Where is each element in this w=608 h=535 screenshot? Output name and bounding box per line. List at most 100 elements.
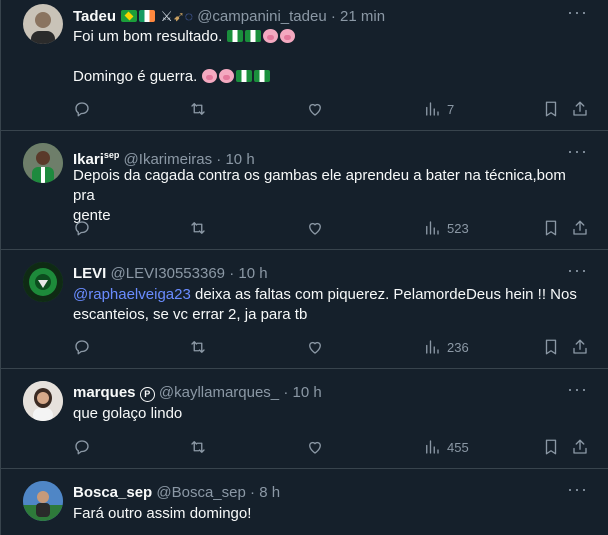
tweet-actions: 7 (73, 99, 593, 119)
retweet-button[interactable] (189, 218, 207, 238)
bookmark-button[interactable] (542, 437, 560, 457)
retweet-icon (191, 222, 205, 234)
retweet-icon (191, 441, 205, 453)
like-button[interactable] (306, 218, 324, 238)
share-button[interactable] (571, 337, 589, 357)
retweet-button[interactable] (189, 99, 207, 119)
author-handle[interactable]: @LEVI30553369 (111, 265, 226, 282)
more-icon[interactable]: ··· (567, 480, 588, 498)
nigeria-flag-icon (227, 30, 244, 42)
like-icon (309, 103, 321, 116)
avatar[interactable] (23, 262, 63, 302)
retweet-icon (191, 341, 205, 353)
separator: · (250, 484, 256, 501)
tweet-actions: 523 (73, 218, 593, 238)
reply-feed: Tadeu ⚔➹◌ @campanini_tadeu · 21 min ··· … (0, 0, 608, 535)
brazil-flag-icon (121, 10, 138, 22)
tweet-text-line: Fará outro assim domingo! (73, 505, 252, 522)
name-badge: sep (103, 150, 120, 160)
tweet-text-line: Depois da cagada contra os gambas ele ap… (73, 167, 566, 204)
more-icon[interactable]: ··· (567, 261, 588, 279)
timestamp[interactable]: 21 min (340, 8, 385, 25)
avatar[interactable] (23, 4, 63, 44)
timestamp[interactable]: 10 h (293, 384, 322, 401)
nigeria-flag-icon (236, 70, 253, 82)
tweet-4[interactable]: marques P @kayllamarques_ · 10 h ··· que… (1, 369, 608, 469)
reply-button[interactable] (73, 337, 91, 357)
retweet-icon (191, 103, 205, 115)
timestamp[interactable]: 8 h (259, 484, 280, 501)
bookmark-icon (545, 220, 557, 236)
share-button[interactable] (571, 437, 589, 457)
views-count: 455 (447, 439, 469, 455)
tweet-1[interactable]: Tadeu ⚔➹◌ @campanini_tadeu · 21 min ··· … (1, 0, 608, 131)
tweet-text-line: escanteios, se vc errar 2, ja para tb (73, 306, 308, 323)
share-button[interactable] (571, 99, 589, 119)
reply-button[interactable] (73, 218, 91, 238)
views-button[interactable]: 7 (423, 99, 454, 119)
tweet-actions: 236 (73, 337, 593, 357)
bow-arrow-icon: ➹ (172, 8, 185, 24)
more-icon[interactable]: ··· (567, 380, 588, 398)
tweet-header: Bosca_sep @Bosca_sep · 8 h (73, 484, 280, 502)
tweet-2[interactable]: Ikarisep @Ikarimeiras · 10 h ··· Depois … (1, 131, 608, 250)
author-name[interactable]: marques (73, 384, 136, 401)
tweet-header: marques P @kayllamarques_ · 10 h (73, 384, 322, 402)
separator: · (283, 384, 289, 401)
tweet-actions: 455 (73, 437, 593, 457)
author-handle[interactable]: @Bosca_sep (156, 484, 245, 501)
author-handle[interactable]: @campanini_tadeu (197, 8, 326, 25)
timestamp[interactable]: 10 h (238, 265, 267, 282)
reply-icon (75, 340, 89, 355)
avatar[interactable] (23, 481, 63, 521)
like-button[interactable] (306, 99, 324, 119)
tweet-header: LEVI @LEVI30553369 · 10 h (73, 265, 268, 283)
share-icon (573, 220, 587, 235)
reply-button[interactable] (73, 99, 91, 119)
retweet-button[interactable] (189, 437, 207, 457)
nigeria-flag-icon (245, 30, 262, 42)
palmeiras-badge-icon: P (139, 387, 155, 402)
tweet-3[interactable]: LEVI @LEVI30553369 · 10 h ··· @raphaelve… (1, 250, 608, 369)
tweet-5[interactable]: Bosca_sep @Bosca_sep · 8 h ··· Fará outr… (1, 469, 608, 535)
tweet-text-line: Foi um bom resultado. (73, 28, 223, 45)
views-icon (426, 440, 439, 454)
like-button[interactable] (306, 437, 324, 457)
more-icon[interactable]: ··· (567, 142, 588, 160)
bookmark-button[interactable] (542, 99, 560, 119)
share-button[interactable] (571, 218, 589, 238)
reply-icon (75, 102, 89, 117)
reply-icon (75, 221, 89, 236)
bookmark-button[interactable] (542, 218, 560, 238)
author-name[interactable]: LEVI (73, 265, 106, 282)
lasso-icon: ◌ (184, 8, 194, 24)
bookmark-icon (545, 101, 557, 117)
reply-button[interactable] (73, 437, 91, 457)
views-count: 523 (447, 220, 469, 236)
views-button[interactable]: 236 (423, 337, 469, 357)
like-button[interactable] (306, 337, 324, 357)
bookmark-icon (545, 439, 557, 455)
views-count: 236 (447, 339, 469, 355)
author-name[interactable]: Bosca_sep (73, 484, 152, 501)
separator: · (330, 8, 336, 25)
tweet-text: Depois da cagada contra os gambas ele ap… (73, 166, 588, 226)
reply-icon (75, 440, 89, 455)
pig-face-icon (219, 69, 235, 83)
pig-face-icon (280, 29, 296, 43)
mention-link[interactable]: @raphaelveiga23 (73, 286, 191, 303)
views-button[interactable]: 523 (423, 218, 469, 238)
views-button[interactable]: 455 (423, 437, 469, 457)
avatar[interactable] (23, 381, 63, 421)
author-name[interactable]: Tadeu (73, 8, 116, 25)
like-icon (309, 441, 321, 454)
share-icon (573, 439, 587, 454)
more-icon[interactable]: ··· (567, 3, 588, 21)
retweet-button[interactable] (189, 337, 207, 357)
author-handle[interactable]: @kayllamarques_ (159, 384, 279, 401)
bookmark-button[interactable] (542, 337, 560, 357)
avatar[interactable] (23, 143, 63, 183)
tweet-text: Fará outro assim domingo! (73, 504, 588, 524)
like-icon (309, 341, 321, 354)
views-count: 7 (447, 101, 455, 117)
